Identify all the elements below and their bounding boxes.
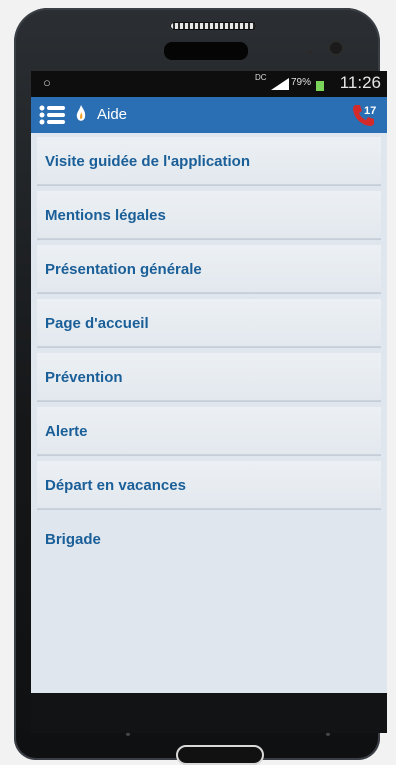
emergency-call-17-icon[interactable]: 17	[351, 102, 377, 128]
help-menu-list: Visite guidée de l'application Mentions …	[31, 133, 387, 563]
menu-item-prevention[interactable]: Prévention	[37, 353, 381, 401]
flame-icon	[76, 105, 86, 121]
menu-item-label: Mentions légales	[45, 206, 166, 224]
menu-item-depart-vacances[interactable]: Départ en vacances	[37, 461, 381, 509]
bottom-bezel	[31, 693, 387, 733]
proximity-sensor	[307, 50, 312, 55]
status-time: 11:26	[339, 73, 381, 92]
emergency-number-label: 17	[364, 105, 376, 117]
menu-item-page-accueil[interactable]: Page d'accueil	[37, 299, 381, 347]
battery-icon	[316, 81, 324, 91]
menu-item-label: Départ en vacances	[45, 476, 186, 494]
menu-item-label: Page d'accueil	[45, 314, 149, 332]
menu-icon[interactable]	[39, 105, 65, 125]
menu-item-label: Présentation générale	[45, 260, 202, 278]
menu-item-label: Visite guidée de l'application	[45, 152, 251, 170]
menu-item-brigade[interactable]: Brigade	[37, 515, 381, 563]
app-bar: Aide 17	[31, 97, 387, 133]
menu-item-label: Alerte	[45, 422, 88, 440]
sync-icon: ○	[43, 75, 51, 90]
network-type-label: DC	[255, 73, 267, 82]
redacted-brand-mark	[164, 42, 248, 60]
home-button[interactable]	[176, 745, 264, 765]
menu-item-presentation-generale[interactable]: Présentation générale	[37, 245, 381, 293]
screen: ○ DC 79% 11:26 Aide 17 Visite guidée de …	[31, 71, 387, 693]
earpiece-speaker	[170, 22, 256, 30]
battery-percent: 79%	[291, 77, 312, 88]
page-title: Aide	[97, 106, 128, 123]
menu-item-alerte[interactable]: Alerte	[37, 407, 381, 455]
menu-item-label: Brigade	[45, 530, 101, 548]
signal-icon	[271, 78, 289, 90]
front-camera	[328, 40, 344, 56]
menu-item-visite-guidee[interactable]: Visite guidée de l'application	[37, 137, 381, 185]
menu-item-label: Prévention	[45, 368, 123, 386]
status-bar: ○ DC 79% 11:26	[31, 71, 387, 97]
menu-item-mentions-legales[interactable]: Mentions légales	[37, 191, 381, 239]
